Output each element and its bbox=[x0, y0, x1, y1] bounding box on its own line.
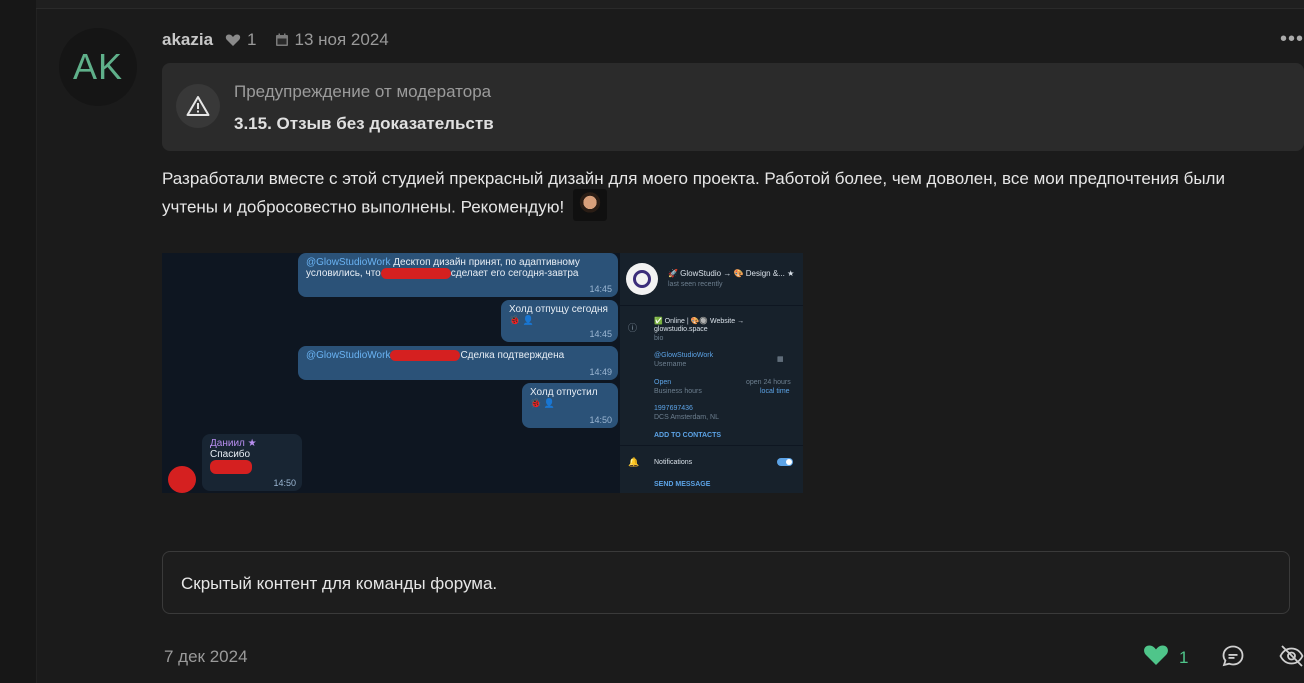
bell-icon: 🔔 bbox=[628, 457, 640, 467]
profile-phone-label: DCS Amsterdam, NL bbox=[654, 414, 719, 421]
attached-screenshot[interactable]: @GlowStudioWork Десктоп дизайн принят, п… bbox=[162, 253, 803, 493]
comment-icon bbox=[1221, 644, 1245, 673]
hidden-content-text: Скрытый контент для команды форума. bbox=[181, 574, 498, 593]
profile-username-label: Username bbox=[654, 361, 687, 368]
avatar-initials: AK bbox=[72, 46, 124, 87]
message-text: сделает его сегодня-завтра bbox=[450, 268, 579, 280]
heart-icon bbox=[225, 33, 241, 47]
message-time: 14:45 bbox=[589, 284, 612, 294]
message-mention: @GlowStudioWork bbox=[306, 257, 391, 268]
profile-avatar bbox=[626, 263, 658, 295]
profile-site: glowstudio.space bbox=[654, 326, 708, 333]
face-emoji-icon bbox=[572, 189, 607, 221]
reaction-icons: 🐞 👤 bbox=[509, 315, 534, 325]
post-body-text: Разработали вместе с этой студией прекра… bbox=[162, 169, 1225, 217]
notifications-toggle bbox=[777, 458, 793, 466]
message-bubble: @GlowStudioWork Десктоп дизайн принят, п… bbox=[298, 253, 618, 297]
send-message: SEND MESSAGE bbox=[654, 481, 711, 488]
message-time: 14:49 bbox=[589, 367, 612, 377]
warning-title: Предупреждение от модератора bbox=[234, 82, 492, 101]
profile-phone: 1997697436 bbox=[654, 405, 693, 412]
heart-icon bbox=[1143, 644, 1169, 671]
profile-bio: ✅ Online | 🎨🔘 Website → bbox=[654, 318, 745, 325]
post-meta: akazia 1 13 ноя 2024 bbox=[162, 29, 389, 51]
redaction-mark bbox=[390, 350, 461, 361]
post-body: Разработали вместе с этой студией прекра… bbox=[162, 166, 1272, 224]
hidden-content-box: Скрытый контент для команды форума. bbox=[162, 551, 1290, 614]
message-time: 14:50 bbox=[273, 478, 296, 488]
hide-button[interactable] bbox=[1279, 644, 1304, 673]
profile-notifications: Notifications bbox=[654, 459, 693, 466]
profile-hours-label: Business hours bbox=[654, 388, 702, 395]
profile-title: 🚀 GlowStudio → 🎨 Design &... ★ bbox=[668, 269, 795, 278]
message-bubble: Холд отпущу сегодня 🐞 👤 14:45 bbox=[501, 300, 618, 342]
edited-date[interactable]: 7 дек 2024 bbox=[164, 647, 248, 667]
telegram-chat: @GlowStudioWork Десктоп дизайн принят, п… bbox=[162, 253, 620, 493]
left-gutter bbox=[0, 0, 37, 683]
more-options-icon[interactable]: ••• bbox=[1280, 28, 1304, 51]
redaction-mark bbox=[210, 460, 252, 474]
message-mention: @GlowStudioWork bbox=[306, 350, 391, 362]
message-bubble: Холд отпустил 🐞 👤 14:50 bbox=[522, 383, 618, 428]
telegram-profile-panel: 🚀 GlowStudio → 🎨 Design &... ★ last seen… bbox=[620, 253, 803, 493]
reaction-icons: 🐞 👤 bbox=[530, 398, 555, 408]
post-date[interactable]: 13 ноя 2024 bbox=[295, 30, 389, 50]
warning-icon bbox=[176, 84, 220, 128]
profile-bio-label: bio bbox=[654, 335, 664, 342]
message-time: 14:45 bbox=[589, 329, 612, 339]
message-text: Холд отпустил bbox=[530, 387, 598, 398]
message-bubble-incoming: Даниил ★ Спасибо 14:50 bbox=[202, 434, 302, 491]
profile-hours-value: open 24 hours bbox=[746, 379, 791, 386]
info-icon: ⓘ bbox=[628, 323, 638, 333]
profile-username: @GlowStudioWork bbox=[654, 352, 714, 359]
message-text: Сделка подтверждена bbox=[460, 350, 565, 362]
message-text: Холд отпущу сегодня bbox=[509, 304, 608, 315]
warning-text: 3.15. Отзыв без доказательств bbox=[234, 114, 494, 133]
avatar[interactable]: AK bbox=[59, 28, 137, 106]
sender-name: Даниил ★ bbox=[210, 438, 257, 449]
reply-button[interactable] bbox=[1221, 644, 1245, 673]
message-bubble: @GlowStudioWork Сделка подтверждена 14:49 bbox=[298, 346, 618, 380]
profile-hours-local: local time bbox=[760, 388, 790, 395]
message-time: 14:50 bbox=[589, 415, 612, 425]
message-text: условились, что bbox=[306, 268, 381, 280]
profile-hours-open: Open bbox=[654, 379, 672, 386]
reaction-count: 1 bbox=[1179, 647, 1189, 667]
previous-post-edge bbox=[36, 0, 1304, 9]
redaction-mark bbox=[380, 268, 451, 279]
profile-status: last seen recently bbox=[668, 281, 723, 288]
add-to-contacts: ADD TO CONTACTS bbox=[654, 432, 722, 439]
eye-off-icon bbox=[1279, 644, 1304, 673]
calendar-icon bbox=[275, 33, 289, 47]
message-text: Спасибо bbox=[210, 449, 251, 460]
author-likes-count: 1 bbox=[247, 30, 257, 49]
redacted-avatar bbox=[168, 466, 196, 493]
author-name[interactable]: akazia bbox=[162, 30, 213, 50]
message-text: Десктоп дизайн принят, по адаптивному bbox=[390, 257, 580, 268]
qr-icon: ▦ bbox=[777, 356, 784, 363]
like-button[interactable]: 1 bbox=[1143, 644, 1188, 671]
moderator-warning: Предупреждение от модератора 3.15. Отзыв… bbox=[162, 63, 1304, 151]
